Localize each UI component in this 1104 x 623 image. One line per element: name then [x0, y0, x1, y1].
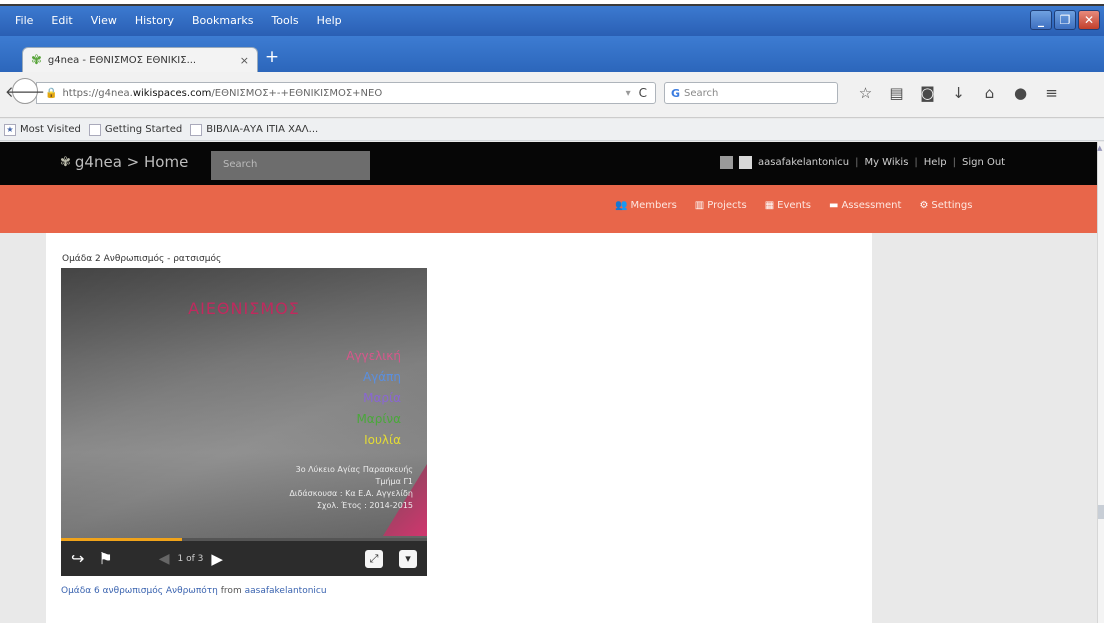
url-dropdown-icon[interactable]: ▾ — [626, 88, 631, 99]
bookmarks-bar: ★ Most Visited Getting Started ΒΙΒΛΙΑ-ΑΥΑ… — [0, 119, 1104, 141]
pocket-icon[interactable]: ◙ — [912, 82, 943, 104]
nav-events[interactable]: ▦ Events — [765, 200, 811, 211]
restore-button[interactable]: ❐ — [1054, 10, 1076, 30]
my-wikis-link[interactable]: My Wikis — [864, 157, 908, 168]
reading-list-icon[interactable]: ▤ — [881, 82, 912, 104]
share-icon[interactable]: ↪ — [71, 549, 84, 568]
menu-history[interactable]: History — [126, 12, 183, 30]
embed-logo-icon[interactable]: ▾ — [399, 549, 417, 568]
slide-name: Αγγελική — [346, 349, 401, 363]
page-scrollbar[interactable] — [1097, 142, 1104, 623]
slide-name: Μαρία — [363, 391, 401, 405]
download-icon[interactable]: ↓ — [943, 82, 974, 104]
embed-source-caption: Ομάδα 6 ανθρωπισμός Ανθρωπότη from aasaf… — [61, 586, 327, 596]
notifications-icon[interactable] — [720, 156, 733, 169]
bookmark-vivlia[interactable]: ΒΙΒΛΙΑ-ΑΥΑ ΙΤΙΑ ΧΑΛ... — [190, 123, 318, 136]
slide-name: Αγάπη — [362, 370, 401, 384]
nav-settings[interactable]: ⚙ Settings — [919, 200, 972, 211]
author-link[interactable]: aasafakelantonicu — [245, 586, 327, 596]
scrollbar-thumb[interactable] — [1098, 505, 1104, 519]
menu-view[interactable]: View — [82, 12, 126, 30]
assessment-icon: ▬ — [829, 200, 839, 211]
menu-tools[interactable]: Tools — [262, 12, 307, 30]
back-arrow-icon: 🡐 — [4, 82, 46, 101]
window-controls: _ ❐ ✕ — [1030, 10, 1100, 30]
members-icon: 👥 — [615, 200, 628, 211]
slide-name: Ιουλία — [364, 433, 401, 447]
slideshow-embed[interactable]: ΑΙΕΘΝΙΣΜΟΣ Αγγελική Αγάπη Μαρία Μαρίνα Ι… — [61, 268, 427, 576]
help-link[interactable]: Help — [924, 157, 947, 168]
previous-slide-icon[interactable]: ◀ — [159, 551, 170, 567]
close-window-button[interactable]: ✕ — [1078, 10, 1100, 30]
tab-close-icon[interactable]: × — [240, 54, 249, 67]
bookmark-star-icon[interactable]: ☆ — [850, 82, 881, 104]
menu-bookmarks[interactable]: Bookmarks — [183, 12, 262, 30]
slideshow-controls: ↪ ⚑ ◀ 1 of 3 ▶ ⤢ ▾ — [61, 541, 427, 576]
right-sidebar — [872, 233, 1097, 623]
wiki-nav: 👥 Members ▥ Projects ▦ Events ▬ Assessment ⚙… — [615, 200, 972, 211]
reload-icon[interactable]: C — [639, 86, 647, 100]
slideshow-link[interactable]: Ομάδα 6 ανθρωπισμός Ανθρωπότη — [61, 586, 218, 596]
nav-members[interactable]: 👥 Members — [615, 200, 677, 211]
flag-icon[interactable]: ⚑ — [98, 549, 112, 568]
nav-assessment[interactable]: ▬ Assessment — [829, 200, 901, 211]
site-search-input[interactable]: Search — [211, 151, 370, 180]
menu-edit[interactable]: Edit — [42, 12, 81, 30]
slide-info: 3ο Λύκειο Αγίας Παρασκευής Τμήμα Γ1 Διδά… — [289, 465, 413, 510]
embed-caption: Ομάδα 2 Ανθρωπισμός - ρατσισμός — [62, 254, 222, 264]
site-logo[interactable]: ✾ g4nea > Home — [60, 153, 188, 171]
wikispaces-favicon-icon: ✾ — [31, 52, 42, 68]
fullscreen-icon[interactable]: ⤢ — [365, 549, 383, 568]
menu-help[interactable]: Help — [308, 12, 351, 30]
slide-title: ΑΙΕΘΝΙΣΜΟΣ — [188, 299, 300, 318]
browser-search-box[interactable]: G Search — [664, 82, 838, 104]
minimize-button[interactable]: _ — [1030, 10, 1052, 30]
events-icon: ▦ — [764, 200, 775, 211]
most-visited-icon: ★ — [4, 123, 16, 136]
tab-title: g4nea - ΕΘΝΙΣΜΟΣ ΕΘΝΙΚΙΣ... — [47, 54, 197, 66]
user-name[interactable]: aasafakelantonicu — [758, 157, 849, 168]
menu-hamburger-icon[interactable]: ≡ — [1036, 82, 1067, 104]
menu-file[interactable]: File — [6, 12, 42, 30]
sign-out-link[interactable]: Sign Out — [962, 157, 1005, 168]
slide-name: Μαρίνα — [356, 412, 401, 426]
new-tab-button[interactable]: + — [262, 48, 282, 68]
avatar[interactable] — [739, 156, 752, 169]
page-icon — [88, 123, 101, 136]
slide-counter: 1 of 3 — [177, 553, 204, 564]
user-menu: aasafakelantonicu | My Wikis | Help | Si… — [720, 156, 1005, 169]
url-text: https://g4nea.wikispaces.com/ΕΘΝΙΣΜΟΣ+-+… — [62, 87, 383, 99]
home-icon[interactable]: ⌂ — [974, 82, 1005, 104]
wikispaces-logo-icon: ✾ — [60, 154, 71, 170]
url-bar[interactable]: 🔒 https://g4nea.wikispaces.com/ΕΘΝΙΣΜΟΣ+… — [36, 82, 656, 104]
slide-names-list: Αγγελική Αγάπη Μαρία Μαρίνα Ιουλία — [346, 346, 401, 451]
settings-icon: ⚙ — [919, 200, 929, 211]
page-icon — [190, 123, 203, 136]
next-slide-icon[interactable]: ▶ — [211, 550, 223, 568]
scroll-up-icon[interactable]: ▲ — [1097, 144, 1104, 154]
bookmark-most-visited[interactable]: ★ Most Visited — [4, 123, 81, 136]
menu-bar: File Edit View History Bookmarks Tools H… — [6, 12, 351, 30]
back-button[interactable]: 🡐 — [5, 78, 45, 104]
nav-projects[interactable]: ▥ Projects — [695, 200, 747, 211]
site-breadcrumb: g4nea > Home — [74, 153, 189, 171]
browser-search-placeholder: Search — [684, 87, 719, 99]
search-engine-icon: G — [671, 86, 681, 100]
chat-icon[interactable]: ● — [1005, 82, 1036, 104]
toolbar-icons: ☆ ▤ ◙ ↓ ⌂ ● ≡ — [850, 82, 1067, 104]
lock-icon: 🔒 — [45, 87, 58, 99]
bookmark-getting-started[interactable]: Getting Started — [88, 123, 182, 136]
slide-pager: ◀ 1 of 3 ▶ — [159, 550, 223, 568]
projects-icon: ▥ — [694, 200, 705, 211]
browser-tab[interactable]: ✾ g4nea - ΕΘΝΙΣΜΟΣ ΕΘΝΙΚΙΣ... × — [22, 47, 258, 72]
